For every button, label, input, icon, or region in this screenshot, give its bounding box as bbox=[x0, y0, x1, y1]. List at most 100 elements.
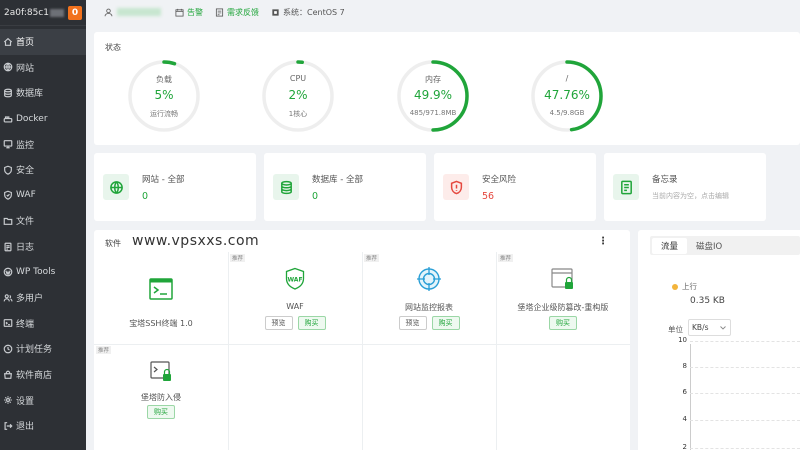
y-tick-label: 2 bbox=[682, 443, 687, 450]
buy-button[interactable]: 购买 bbox=[147, 405, 175, 419]
sidebar-item-label: 设置 bbox=[16, 396, 35, 407]
sidebar-item-users[interactable]: 多用户 bbox=[0, 285, 86, 311]
docker-icon bbox=[2, 113, 13, 124]
buy-button[interactable]: 购买 bbox=[549, 316, 577, 330]
software-item-anti-tamper[interactable]: 推荐 堡塔企业级防篡改-重构版 购买 bbox=[496, 252, 630, 344]
upload-legend: 上行 bbox=[672, 281, 697, 292]
gauge-value: 5% bbox=[154, 88, 174, 102]
sidebar-item-label: 数据库 bbox=[16, 89, 44, 100]
gauge-2[interactable]: 内存 49.9% 485/971.8MB bbox=[395, 58, 471, 134]
software-item-ssh-terminal[interactable]: 宝塔SSH终端 1.0 bbox=[94, 252, 228, 344]
sidebar-item-gear[interactable]: 设置 bbox=[0, 387, 86, 413]
grid-line bbox=[690, 420, 800, 421]
buy-button[interactable]: 购买 bbox=[431, 316, 460, 330]
sidebar-item-label: 首页 bbox=[16, 38, 35, 49]
sidebar-item-label: 网站 bbox=[16, 63, 35, 74]
sidebar-item-globe[interactable]: 网站 bbox=[0, 55, 86, 81]
software-item-intrusion-prevention[interactable]: 推荐 堡塔防入侵 购买 bbox=[94, 344, 228, 436]
overview-value[interactable]: 0 bbox=[142, 191, 184, 202]
system-label: 系统：CentOS 7 bbox=[283, 7, 345, 17]
software-item-waf[interactable]: 推荐 WAF WAF 预览 购买 bbox=[228, 252, 362, 344]
warning-shield-icon bbox=[443, 174, 469, 200]
sidebar-item-log[interactable]: 日志 bbox=[0, 234, 86, 260]
store-icon bbox=[2, 369, 13, 380]
sidebar-item-label: 退出 bbox=[16, 422, 35, 433]
tab-traffic[interactable]: 流量 bbox=[652, 237, 688, 254]
tab-disk-io[interactable]: 磁盘IO bbox=[687, 238, 731, 254]
gauge-1[interactable]: CPU 2% 1核心 bbox=[260, 58, 336, 134]
overview-memo[interactable]: 备忘录 当前内容为空，点击编辑 bbox=[604, 153, 766, 221]
gauge-label: 负载 bbox=[156, 75, 172, 84]
memo-placeholder[interactable]: 当前内容为空，点击编辑 bbox=[652, 191, 729, 201]
sidebar-item-monitor[interactable]: 监控 bbox=[0, 131, 86, 157]
overview-value[interactable]: 56 bbox=[482, 191, 516, 202]
bell-icon bbox=[175, 8, 184, 17]
more-options-icon[interactable]: ⋮ bbox=[598, 236, 608, 247]
sidebar-item-shield[interactable]: 安全 bbox=[0, 157, 86, 183]
host-header: 2a0f:85c1 0 bbox=[0, 0, 86, 26]
waf-shield-icon: WAF bbox=[282, 266, 308, 292]
globe-icon bbox=[2, 62, 13, 73]
software-card: 软件 www.vpsxxs.com ⋮ 宝塔SSH终端 1.0 推荐 WAF W… bbox=[94, 230, 630, 450]
user-icon bbox=[104, 8, 113, 16]
sidebar-item-home[interactable]: 首页 bbox=[0, 29, 86, 55]
sidebar-item-logout[interactable]: 退出 bbox=[0, 413, 86, 439]
overview-name: 数据库 - 全部 bbox=[312, 174, 363, 185]
unit-label: 单位 bbox=[668, 325, 683, 334]
software-name: WAF bbox=[286, 302, 304, 311]
overview-name: 备忘录 bbox=[652, 175, 678, 185]
status-title: 状态 bbox=[105, 43, 121, 52]
traffic-tabs: 流量 磁盘IO bbox=[650, 236, 800, 255]
gauge-label: 内存 bbox=[425, 75, 441, 84]
database-icon bbox=[2, 87, 13, 98]
globe-icon bbox=[103, 174, 129, 200]
buy-button[interactable]: 购买 bbox=[297, 316, 326, 330]
upload-value: 0.35 KB bbox=[690, 296, 725, 306]
y-tick-label: 6 bbox=[682, 388, 687, 396]
sidebar-item-label: 文件 bbox=[16, 217, 35, 228]
upload-label: 上行 bbox=[682, 282, 697, 291]
feedback-label: 需求反馈 bbox=[227, 7, 259, 17]
gauge-value: 2% bbox=[288, 88, 308, 102]
sidebar-item-label: 计划任务 bbox=[16, 345, 53, 356]
unit-select[interactable]: KB/s bbox=[688, 319, 731, 336]
sidebar: 2a0f:85c1 0 首页网站数据库 Docker 监控 安全 WAF 文件日志 WP T… bbox=[0, 0, 86, 450]
terminal-lock-icon bbox=[148, 358, 174, 384]
sidebar-item-folder[interactable]: 文件 bbox=[0, 208, 86, 234]
sidebar-item-label: Docker bbox=[16, 113, 48, 124]
sidebar-item-waf[interactable]: WAF bbox=[0, 183, 86, 209]
logout-icon bbox=[2, 420, 13, 431]
overview-value[interactable]: 0 bbox=[312, 191, 363, 202]
alert-link[interactable]: 告警 bbox=[175, 7, 203, 18]
sidebar-item-database[interactable]: 数据库 bbox=[0, 80, 86, 106]
alert-label: 告警 bbox=[187, 7, 203, 17]
gear-icon bbox=[2, 395, 13, 406]
notification-badge[interactable]: 0 bbox=[68, 5, 82, 20]
sidebar-item-terminal[interactable]: 终端 bbox=[0, 311, 86, 337]
feedback-link[interactable]: 需求反馈 bbox=[215, 7, 259, 18]
overview-websites[interactable]: 网站 - 全部 0 bbox=[94, 153, 256, 221]
sidebar-item-docker[interactable]: Docker bbox=[0, 106, 86, 132]
preview-button[interactable]: 预览 bbox=[264, 316, 293, 330]
hostname-redacted bbox=[49, 8, 64, 17]
sidebar-item-label: 多用户 bbox=[16, 294, 44, 305]
gauge-3[interactable]: / 47.76% 4.5/9.8GB bbox=[529, 58, 605, 134]
overview-security-risk[interactable]: 安全风险 56 bbox=[434, 153, 596, 221]
users-icon bbox=[2, 292, 13, 303]
sidebar-item-store[interactable]: 软件商店 bbox=[0, 362, 86, 388]
gauge-0[interactable]: 负载 5% 运行流畅 bbox=[126, 58, 202, 134]
traffic-card: 流量 磁盘IO 上行 0.35 KB 单位 KB/s 10 8 6 4 2 bbox=[638, 230, 800, 450]
grid-line bbox=[690, 367, 800, 368]
sidebar-item-wordpress[interactable]: WP Tools bbox=[0, 259, 86, 285]
sidebar-item-clock[interactable]: 计划任务 bbox=[0, 336, 86, 362]
overview-databases[interactable]: 数据库 - 全部 0 bbox=[264, 153, 426, 221]
software-name: 堡塔企业级防篡改-重构版 bbox=[517, 303, 609, 312]
feedback-icon bbox=[215, 7, 224, 17]
preview-button[interactable]: 预览 bbox=[398, 316, 427, 330]
sidebar-item-label: 日志 bbox=[16, 243, 35, 254]
software-item-site-monitor[interactable]: 推荐 网站监控报表 预览 购买 bbox=[362, 252, 496, 344]
gauge-label: CPU bbox=[289, 74, 307, 83]
chart-axis bbox=[690, 344, 691, 450]
gauge-subtext: 1核心 bbox=[288, 110, 308, 118]
gauge-subtext: 4.5/9.8GB bbox=[549, 109, 585, 117]
